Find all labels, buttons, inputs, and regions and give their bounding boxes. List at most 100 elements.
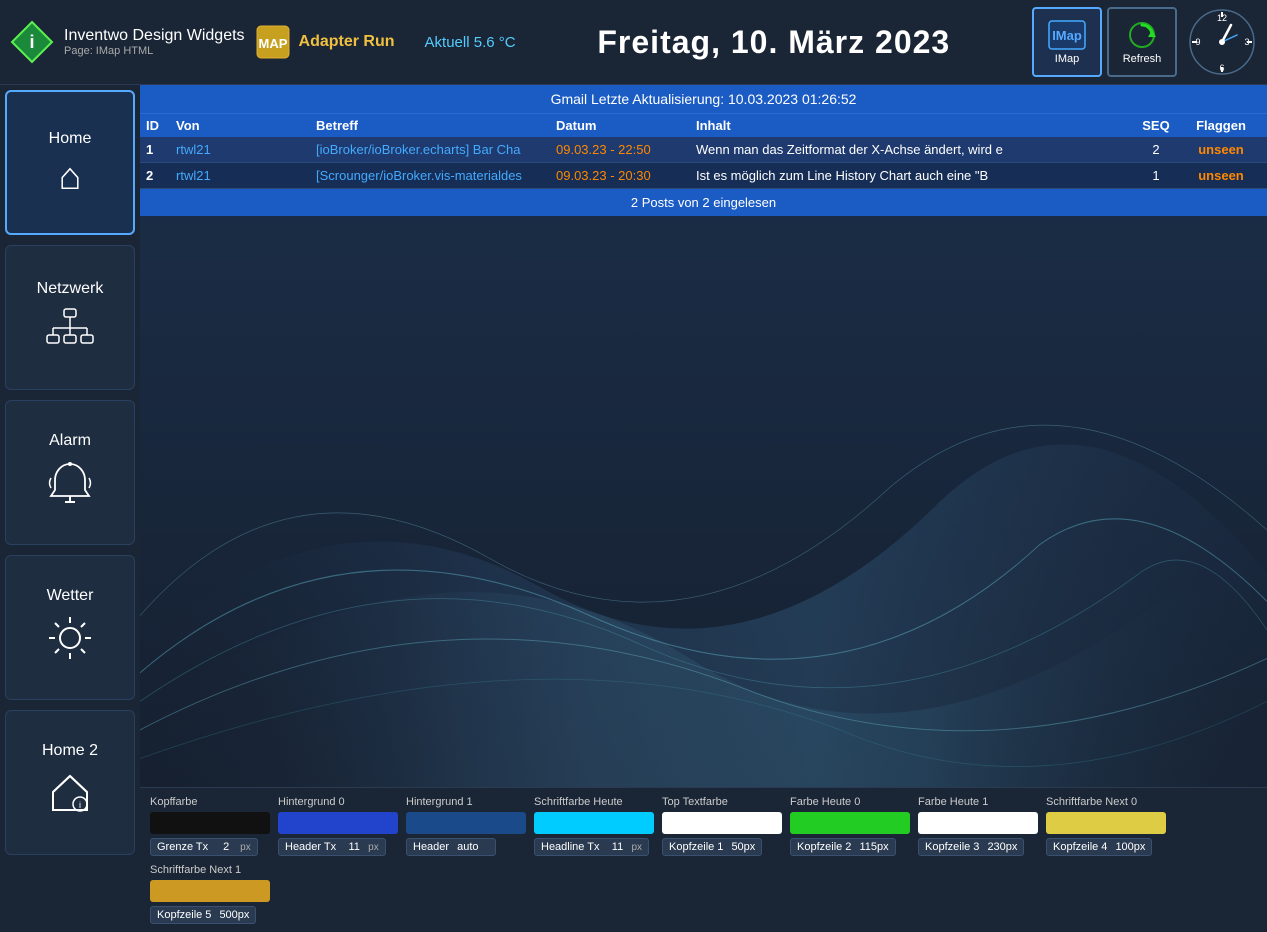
setting-group-kopffarbe: Kopffarbe Grenze Tx2px	[150, 796, 270, 856]
cell-seq: 1	[1131, 168, 1181, 183]
setting-input-farbe_heute1[interactable]: Kopfzeile 3 230px	[918, 838, 1024, 856]
date-display: Freitag, 10. März 2023	[516, 24, 1032, 61]
setting-label-schriftfarbe_next0: Schriftfarbe Next 0	[1046, 796, 1137, 808]
setting-input-kopffarbe[interactable]: Grenze Tx2px	[150, 838, 258, 856]
sidebar-item-wetter[interactable]: Wetter	[5, 555, 135, 700]
sidebar-item-home2-label: Home 2	[42, 742, 98, 760]
cell-von: rtwl21	[176, 168, 316, 183]
sidebar-item-home[interactable]: Home ⌂	[5, 90, 135, 235]
weather-icon	[47, 615, 93, 668]
color-swatch-hintergrund1[interactable]	[406, 812, 526, 834]
svg-text:3: 3	[1244, 37, 1249, 47]
sidebar-item-home-label: Home	[49, 130, 92, 148]
setting-input-hintergrund1[interactable]: Headerauto	[406, 838, 496, 856]
setting-group-schriftfarbe_next1: Schriftfarbe Next 1 Kopfzeile 5500px	[150, 864, 270, 924]
setting-group-farbe_heute0: Farbe Heute 0 Kopfzeile 2115px	[790, 796, 910, 856]
color-swatch-top_textfarbe[interactable]	[662, 812, 782, 834]
cell-flaggen: unseen	[1181, 142, 1261, 157]
sidebar-item-home2[interactable]: Home 2 i	[5, 710, 135, 855]
setting-input-schriftfarbe_next0[interactable]: Kopfzeile 4 100px	[1046, 838, 1152, 856]
setting-input-label: Kopfzeile 3	[925, 841, 979, 853]
sidebar-item-wetter-label: Wetter	[47, 587, 94, 605]
main-content: Gmail Letzte Aktualisierung: 10.03.2023 …	[140, 85, 1267, 932]
email-header-text: Gmail Letzte Aktualisierung: 10.03.2023 …	[551, 91, 857, 107]
color-swatch-farbe_heute0[interactable]	[790, 812, 910, 834]
setting-input-label: Headline Tx	[541, 841, 600, 853]
imap-label: IMap	[1055, 53, 1079, 65]
setting-group-top_textfarbe: Top Textfarbe Kopfzeile 150px	[662, 796, 782, 856]
setting-label-top_textfarbe: Top Textfarbe	[662, 796, 728, 808]
wave-decoration	[140, 216, 1267, 787]
cell-datum: 09.03.23 - 22:50	[556, 142, 696, 157]
email-footer-text: 2 Posts von 2 eingelesen	[631, 195, 776, 210]
app-subtitle: Page: IMap HTML	[64, 45, 245, 57]
setting-input-value: auto	[457, 841, 478, 853]
alarm-icon	[47, 460, 93, 513]
refresh-icon	[1123, 20, 1161, 50]
setting-input-value: 500px	[219, 909, 249, 921]
clock-display: 12 3 6 9	[1187, 7, 1257, 77]
svg-text:9: 9	[1195, 37, 1200, 47]
setting-input-value: 100px	[1115, 841, 1145, 853]
table-row[interactable]: 2 rtwl21 [Scrounger/ioBroker.vis-materia…	[140, 163, 1267, 189]
adapter-area: MAP Adapter Run	[255, 24, 395, 60]
svg-text:12: 12	[1217, 13, 1227, 23]
col-header-datum: Datum	[556, 118, 696, 133]
sidebar-item-alarm-label: Alarm	[49, 432, 91, 450]
color-swatch-kopffarbe[interactable]	[150, 812, 270, 834]
sidebar-item-netzwerk-label: Netzwerk	[37, 280, 104, 298]
cell-betreff: [Scrounger/ioBroker.vis-materialdes	[316, 168, 556, 183]
cell-datum: 09.03.23 - 20:30	[556, 168, 696, 183]
setting-input-value: 11	[608, 841, 628, 853]
setting-input-hintergrund0[interactable]: Header Tx11px	[278, 838, 386, 856]
setting-input-value: 230px	[987, 841, 1017, 853]
sidebar-item-netzwerk[interactable]: Netzwerk	[5, 245, 135, 390]
imap-button[interactable]: IMap IMap	[1032, 7, 1102, 77]
setting-label-farbe_heute1: Farbe Heute 1	[918, 796, 988, 808]
clock-svg: 12 3 6 9	[1187, 7, 1257, 77]
color-swatch-schriftfarbe_next1[interactable]	[150, 880, 270, 902]
setting-input-label: Kopfzeile 4	[1053, 841, 1107, 853]
svg-text:i: i	[29, 32, 34, 52]
cell-id: 1	[146, 142, 176, 157]
setting-label-schriftfarbe_next1: Schriftfarbe Next 1	[150, 864, 241, 876]
email-header: Gmail Letzte Aktualisierung: 10.03.2023 …	[140, 85, 1267, 113]
col-header-von: Von	[176, 118, 316, 133]
setting-group-hintergrund0: Hintergrund 0Header Tx11px	[278, 796, 398, 856]
color-swatch-schriftfarbe_next0[interactable]	[1046, 812, 1166, 834]
setting-group-schriftfarbe_heute: Schriftfarbe HeuteHeadline Tx11px	[534, 796, 654, 856]
col-header-flaggen: Flaggen	[1181, 118, 1261, 133]
col-header-id: ID	[146, 118, 176, 133]
network-icon	[45, 308, 95, 355]
color-swatch-schriftfarbe_heute[interactable]	[534, 812, 654, 834]
logo-text: Inventwo Design Widgets Page: IMap HTML	[64, 27, 245, 57]
email-area: Gmail Letzte Aktualisierung: 10.03.2023 …	[140, 85, 1267, 216]
date-value: Freitag, 10. März 2023	[597, 24, 950, 60]
setting-input-label: Kopfzeile 1	[669, 841, 723, 853]
setting-input-schriftfarbe_heute[interactable]: Headline Tx11px	[534, 838, 649, 856]
color-swatch-hintergrund0[interactable]	[278, 812, 398, 834]
setting-input-top_textfarbe[interactable]: Kopfzeile 150px	[662, 838, 762, 856]
setting-label-kopffarbe: Kopffarbe	[150, 796, 198, 808]
setting-label-schriftfarbe_heute: Schriftfarbe Heute	[534, 796, 623, 808]
setting-label-hintergrund1: Hintergrund 1	[406, 796, 473, 808]
imap-icon: IMap	[1048, 20, 1086, 50]
cell-id: 2	[146, 168, 176, 183]
col-header-betreff: Betreff	[316, 118, 556, 133]
setting-input-farbe_heute0[interactable]: Kopfzeile 2115px	[790, 838, 896, 856]
setting-input-schriftfarbe_next1[interactable]: Kopfzeile 5500px	[150, 906, 256, 924]
col-header-inhalt: Inhalt	[696, 118, 1131, 133]
setting-label-farbe_heute0: Farbe Heute 0	[790, 796, 860, 808]
email-footer: 2 Posts von 2 eingelesen	[140, 189, 1267, 216]
home-icon: ⌂	[59, 158, 82, 196]
setting-input-label: Grenze Tx	[157, 841, 208, 853]
refresh-button[interactable]: Refresh	[1107, 7, 1177, 77]
svg-text:MAP: MAP	[258, 36, 287, 51]
email-rows: 1 rtwl21 [ioBroker/ioBroker.echarts] Bar…	[140, 137, 1267, 189]
logo-area: i Inventwo Design Widgets Page: IMap HTM…	[10, 20, 245, 64]
sidebar-item-alarm[interactable]: Alarm	[5, 400, 135, 545]
color-swatch-farbe_heute1[interactable]	[918, 812, 1038, 834]
email-table-header: ID Von Betreff Datum Inhalt SEQ Flaggen	[140, 113, 1267, 137]
topbar: i Inventwo Design Widgets Page: IMap HTM…	[0, 0, 1267, 85]
table-row[interactable]: 1 rtwl21 [ioBroker/ioBroker.echarts] Bar…	[140, 137, 1267, 163]
